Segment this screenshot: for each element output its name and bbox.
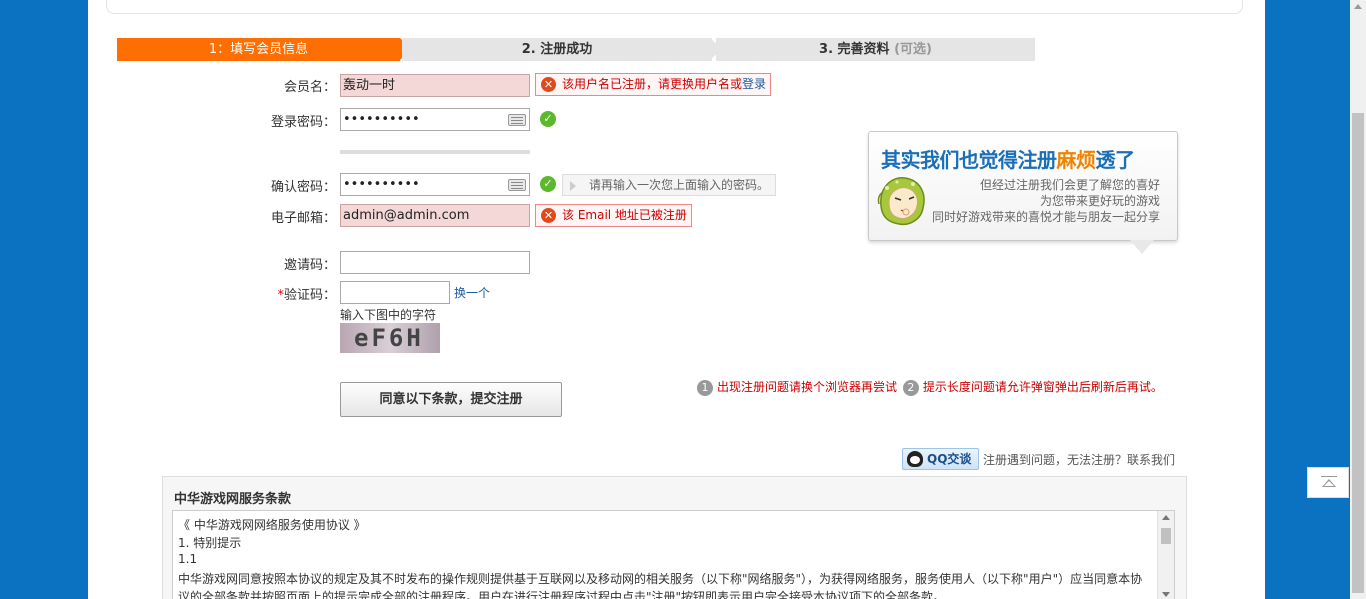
captcha-input[interactable] bbox=[340, 281, 450, 304]
qq-penguin-icon bbox=[907, 451, 923, 467]
scroll-up-icon[interactable] bbox=[1162, 515, 1170, 520]
invite-label: 邀请码： bbox=[283, 258, 336, 273]
captcha-label-text: 验证码： bbox=[283, 288, 336, 303]
bubble-title-b: 透了 bbox=[1095, 148, 1136, 172]
email-input[interactable]: admin@admin.com bbox=[340, 204, 530, 227]
confirm-password-label: 确认密码： bbox=[270, 180, 336, 195]
username-error-text: 该用户名已注册，请更换用户名或 bbox=[562, 77, 743, 91]
step-complete-profile: 3. 完善资料 (可选) bbox=[716, 38, 1035, 61]
error-icon: ✕ bbox=[541, 208, 556, 223]
step-register-success: 2. 注册成功 bbox=[402, 38, 712, 61]
step-fill-info: 1：填写会员信息 bbox=[117, 38, 400, 61]
terms-line: 中华游戏网同意按照本协议的规定及其不时发布的操作规则提供基于互联网以及移动网的相… bbox=[178, 572, 1143, 586]
page-scroll-up-icon[interactable] bbox=[1354, 4, 1362, 9]
bubble-title-highlight: 麻烦 bbox=[1056, 148, 1097, 172]
registration-tips: 1 出现注册问题请换个浏览器再尝试 2 提示长度问题请允许弹窗弹出后刷新后再试。 bbox=[697, 378, 1163, 396]
step2-label: 2. 注册成功 bbox=[521, 42, 593, 57]
panel-top-border bbox=[106, 0, 1243, 14]
bubble-line-1: 但经过注册我们会更了解您的喜好 bbox=[979, 178, 1160, 192]
bubble-title: 其实我们也觉得注册麻烦透了 bbox=[881, 144, 1135, 173]
login-link[interactable]: 登录 bbox=[742, 77, 766, 91]
password-strength-bar bbox=[340, 150, 530, 154]
back-to-top-button[interactable] bbox=[1307, 467, 1349, 498]
check-icon: ✓ bbox=[540, 176, 556, 192]
hint-arrow-icon bbox=[570, 181, 576, 191]
username-error: ✕ 该用户名已注册，请更换用户名或登录 bbox=[535, 73, 772, 96]
terms-line: 1. 特别提示 bbox=[178, 536, 242, 550]
support-text: 注册遇到问题，无法注册？联系我们 bbox=[983, 453, 1176, 467]
qq-chat-label: QQ交谈 bbox=[927, 452, 972, 466]
password-value: •••••••••• bbox=[343, 112, 420, 127]
confirm-password-input[interactable]: •••••••••• bbox=[340, 173, 530, 196]
username-input[interactable]: 轰动一时 bbox=[340, 74, 530, 97]
bubble-title-a: 其实我们也觉得注册 bbox=[881, 148, 1057, 172]
bubble-tail bbox=[1130, 240, 1154, 254]
email-error-text: 该 Email 地址已被注册 bbox=[562, 208, 687, 222]
promo-bubble: 其实我们也觉得注册麻烦透了 但经过注册我们会更了解您的喜好 为您带来更好玩的游戏… bbox=[868, 131, 1178, 241]
page-scroll-thumb[interactable] bbox=[1352, 113, 1364, 593]
back-to-top-line bbox=[1321, 476, 1337, 477]
captcha-image[interactable]: eF6H bbox=[340, 323, 440, 353]
terms-line: 1.1 bbox=[178, 552, 198, 566]
arrow-up-icon bbox=[1322, 479, 1336, 487]
email-error: ✕ 该 Email 地址已被注册 bbox=[535, 204, 692, 227]
invite-input[interactable] bbox=[340, 251, 530, 274]
submit-button[interactable]: 同意以下条款，提交注册 bbox=[340, 382, 562, 417]
captcha-label: *验证码： bbox=[256, 284, 336, 303]
keyboard-icon[interactable] bbox=[508, 179, 526, 191]
captcha-refresh-link[interactable]: 换一个 bbox=[454, 284, 490, 301]
qq-chat-button[interactable]: QQ交谈 bbox=[902, 448, 979, 470]
mascot-icon bbox=[877, 177, 925, 226]
terms-line: 《 中华游戏网网络服务使用协议 》 bbox=[178, 518, 366, 532]
password-label: 登录密码： bbox=[270, 115, 336, 130]
confirm-hint-text: 请再输入一次您上面输入的密码。 bbox=[589, 178, 770, 192]
terms-textarea[interactable]: 《 中华游戏网网络服务使用协议 》 1. 特别提示 1.1 中华游戏网同意按照本… bbox=[172, 510, 1175, 599]
error-icon: ✕ bbox=[541, 77, 556, 92]
email-label: 电子邮箱： bbox=[270, 211, 336, 226]
check-icon: ✓ bbox=[540, 111, 556, 127]
terms-title: 中华游戏网服务条款 bbox=[174, 492, 292, 507]
registration-steps: 1：填写会员信息 2. 注册成功 3. 完善资料 (可选) bbox=[117, 38, 1035, 61]
tip-2: 提示长度问题请允许弹窗弹出后刷新后再试。 bbox=[922, 380, 1163, 394]
confirm-password-value: •••••••••• bbox=[343, 177, 420, 192]
tip-1: 出现注册问题请换个浏览器再尝试 bbox=[717, 380, 898, 394]
terms-panel: 中华游戏网服务条款 《 中华游戏网网络服务使用协议 》 1. 特别提示 1.1 … bbox=[162, 476, 1187, 599]
tip-number-2: 2 bbox=[902, 379, 919, 396]
confirm-password-hint: 请再输入一次您上面输入的密码。 bbox=[562, 174, 777, 196]
password-input[interactable]: •••••••••• bbox=[340, 108, 530, 131]
captcha-prompt: 输入下图中的字符 bbox=[340, 308, 437, 322]
step3-label: 3. 完善资料 bbox=[819, 42, 890, 57]
keyboard-icon[interactable] bbox=[508, 114, 526, 126]
username-label: 会员名： bbox=[283, 80, 336, 95]
terms-scrollbar[interactable] bbox=[1157, 511, 1174, 599]
scroll-down-icon[interactable] bbox=[1162, 592, 1170, 597]
tip-number-1: 1 bbox=[697, 379, 713, 396]
terms-line: 议的全部条款并按照页面上的提示完成全部的注册程序。用户在进行注册程序过程中点击"… bbox=[178, 590, 946, 599]
bubble-line-2: 为您带来更好玩的游戏 bbox=[1039, 194, 1160, 208]
step3-optional: (可选) bbox=[894, 42, 932, 57]
captcha-image-text: eF6H bbox=[354, 324, 424, 352]
scroll-thumb[interactable] bbox=[1161, 528, 1171, 544]
bubble-line-3: 同时好游戏带来的喜悦才能与朋友一起分享 bbox=[931, 210, 1160, 224]
